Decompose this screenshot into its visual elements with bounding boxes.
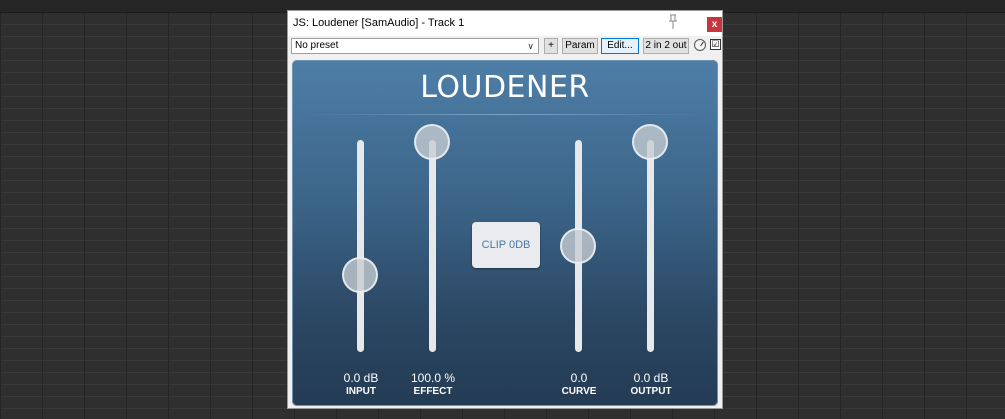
slider-label: INPUT [346,386,376,397]
slider-label: EFFECT [413,386,453,397]
fx-window: JS: Loudener [SamAudio] - Track 1 x No p… [287,10,723,409]
param-button[interactable]: Param [562,38,598,54]
slider-thumb[interactable] [414,124,450,160]
edit-button[interactable]: Edit... [601,38,639,54]
wet-knob-icon[interactable] [694,39,706,51]
pin-icon[interactable] [666,14,680,30]
preset-value: No preset [295,40,339,51]
plugin-panel: LOUDENER 0.0 dB INPUT 100.0 % EFFECT CLI… [292,60,718,406]
io-routing-button[interactable]: 2 in 2 out [643,38,689,54]
slider-thumb[interactable] [342,257,378,294]
curve-slider[interactable]: 0.0 CURVE [559,60,599,406]
slider-label: OUTPUT [630,386,672,397]
slider-track[interactable] [357,140,364,352]
slider-thumb[interactable] [560,228,596,264]
slider-track[interactable] [647,140,654,352]
output-slider[interactable]: 0.0 dB OUTPUT [630,60,672,406]
slider-track[interactable] [429,140,436,352]
chevron-down-icon: ∨ [527,41,534,51]
slider-thumb[interactable] [632,124,668,160]
input-slider[interactable]: 0.0 dB INPUT [341,60,381,406]
effect-slider[interactable]: 100.0 % EFFECT [411,60,455,406]
fx-toolbar: No preset ∨ + Param Edit... 2 in 2 out ☑ [288,36,722,58]
slider-value: 100.0 % [410,371,456,385]
close-button[interactable]: x [707,17,722,32]
window-titlebar[interactable]: JS: Loudener [SamAudio] - Track 1 x [288,11,722,36]
slider-value: 0.0 dB [633,371,669,385]
slider-value: 0.0 dB [343,371,379,385]
slider-value: 0.0 [570,371,588,385]
bypass-checkbox[interactable]: ☑ [710,39,721,50]
add-preset-button[interactable]: + [544,38,558,54]
slider-label: CURVE [561,386,597,397]
window-title: JS: Loudener [SamAudio] - Track 1 [293,17,465,29]
preset-dropdown[interactable]: No preset ∨ [291,38,539,54]
clip-0db-button[interactable]: CLIP 0DB [472,222,540,268]
